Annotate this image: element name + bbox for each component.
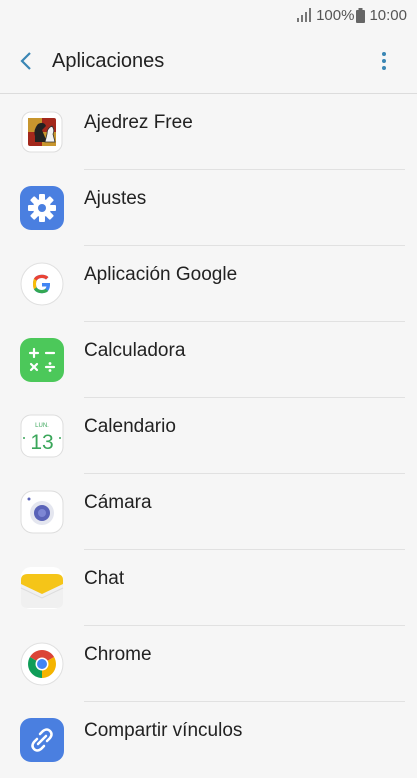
- app-label: Compartir vínculos: [84, 720, 243, 741]
- back-button[interactable]: [0, 30, 52, 92]
- app-label: Calculadora: [84, 340, 186, 361]
- calendar-icon: LUN. 13: [20, 414, 64, 458]
- settings-gear-icon: [20, 186, 64, 230]
- list-item-camara[interactable]: Cámara: [0, 474, 417, 550]
- app-label: Chrome: [84, 644, 152, 665]
- google-icon: [20, 262, 64, 306]
- camera-icon: [20, 490, 64, 534]
- signal-icon: [296, 8, 312, 22]
- list-item-compartir[interactable]: Compartir vínculos: [0, 702, 417, 778]
- list-item-ajedrez[interactable]: Ajedrez Free: [0, 94, 417, 170]
- back-arrow-icon: [20, 52, 31, 70]
- app-bar: Aplicaciones: [0, 30, 417, 92]
- app-label: Ajustes: [84, 188, 147, 209]
- battery-icon: [356, 7, 366, 23]
- list-item-ajustes[interactable]: Ajustes: [0, 170, 417, 246]
- chess-icon: [20, 110, 64, 154]
- app-label: Ajedrez Free: [84, 112, 193, 133]
- app-label: Cámara: [84, 492, 152, 513]
- list-item-chat[interactable]: Chat: [0, 550, 417, 626]
- status-bar: 100% 10:00: [0, 0, 417, 30]
- battery-percent: 100%: [316, 6, 355, 24]
- chat-envelope-icon: [20, 566, 64, 610]
- app-label: Chat: [84, 568, 125, 589]
- chrome-icon: [20, 642, 64, 686]
- page-title: Aplicaciones: [52, 49, 165, 72]
- list-item-google[interactable]: Aplicación Google: [0, 246, 417, 322]
- calendar-day: 13: [30, 431, 53, 454]
- share-link-icon: [20, 718, 64, 762]
- list-item-calculadora[interactable]: Calculadora: [0, 322, 417, 398]
- app-list: Ajedrez Free Ajustes Aplicación Google C…: [0, 93, 417, 778]
- more-vert-icon: [382, 52, 386, 70]
- app-label: Aplicación Google: [84, 264, 238, 285]
- list-item-calendario[interactable]: LUN. 13 Calendario: [0, 398, 417, 474]
- list-item-chrome[interactable]: Chrome: [0, 626, 417, 702]
- calendar-month: LUN.: [35, 423, 49, 429]
- app-label: Calendario: [84, 416, 176, 437]
- more-options-button[interactable]: [371, 48, 397, 74]
- calculator-icon: [20, 338, 64, 382]
- status-time: 10:00: [369, 6, 407, 24]
